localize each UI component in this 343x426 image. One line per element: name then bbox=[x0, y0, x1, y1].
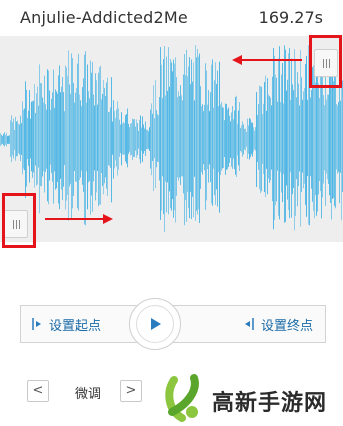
fine-tune-prev-button[interactable]: < bbox=[27, 380, 49, 402]
watermark-logo-icon bbox=[165, 374, 199, 422]
end-handle-highlight bbox=[309, 35, 342, 88]
fine-tune-label: 微调 bbox=[75, 387, 102, 402]
waveform[interactable] bbox=[0, 36, 343, 242]
start-handle-highlight bbox=[2, 193, 36, 248]
set-start-label: 设置起点 bbox=[49, 318, 102, 334]
waveform-bars bbox=[0, 45, 343, 233]
watermark-text: 高新手游网 bbox=[212, 391, 328, 416]
fine-tune-next-button[interactable]: > bbox=[120, 380, 142, 402]
arrow-left-indicator bbox=[232, 55, 302, 65]
waveform-area[interactable] bbox=[0, 36, 343, 242]
track-duration: 169.27s bbox=[258, 8, 323, 27]
set-end-icon bbox=[244, 318, 254, 330]
set-end-button[interactable]: 设置终点 bbox=[243, 306, 313, 342]
set-start-icon bbox=[32, 318, 41, 330]
arrow-right-indicator bbox=[45, 214, 113, 224]
set-end-label: 设置终点 bbox=[260, 318, 313, 334]
set-start-button[interactable]: 设置起点 bbox=[31, 306, 101, 342]
watermark-logo: 高新手游网 bbox=[160, 370, 343, 426]
play-icon bbox=[151, 318, 161, 330]
track-title: Anjulie-Addicted2Me bbox=[20, 8, 188, 27]
play-button[interactable] bbox=[129, 298, 181, 350]
play-button-inner bbox=[136, 305, 174, 343]
header: Anjulie-Addicted2Me 169.27s bbox=[0, 0, 343, 36]
